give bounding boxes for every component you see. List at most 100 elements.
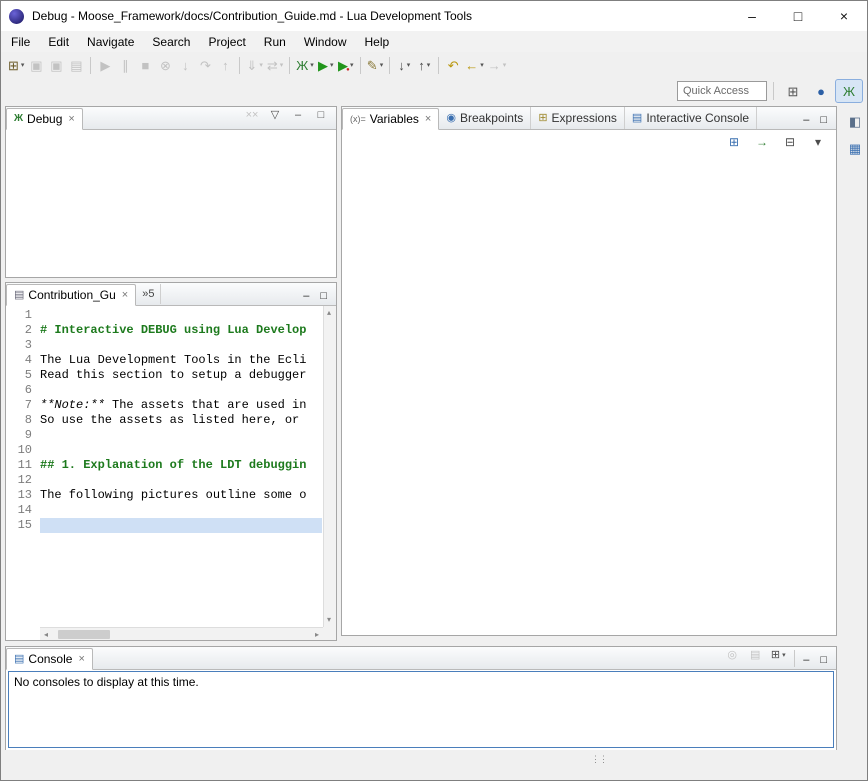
editor-line[interactable] (40, 428, 322, 443)
editor-line[interactable]: The Lua Development Tools in the Ecli (40, 353, 322, 368)
new-wizard-icon[interactable]: ⊞▾ (6, 54, 26, 76)
previous-annotation-icon[interactable]: ↑▾ (414, 54, 434, 76)
debug-icon[interactable]: Ж▾ (294, 54, 316, 76)
minimize-icon[interactable]: – (299, 290, 313, 302)
dropdown-arrow-icon[interactable]: ▾ (407, 61, 411, 69)
minimize-icon[interactable]: – (799, 114, 813, 126)
editor-horizontal-scrollbar[interactable]: ◂ ▸ (40, 627, 323, 640)
maximize-icon[interactable]: □ (311, 104, 331, 126)
close-icon[interactable]: × (68, 113, 74, 125)
menu-item-file[interactable]: File (2, 32, 39, 52)
menu-item-run[interactable]: Run (255, 32, 295, 52)
editor-line[interactable]: Read this section to setup a debugger (40, 368, 322, 383)
resume-icon[interactable]: ▶ (95, 54, 115, 76)
editor-line[interactable] (40, 308, 322, 323)
tab-expressions[interactable]: ⊞Expressions (531, 107, 625, 129)
editor-text[interactable]: # Interactive DEBUG using Lua Develop The… (40, 308, 322, 626)
dropdown-arrow-icon[interactable]: ▾ (259, 61, 263, 69)
menu-item-search[interactable]: Search (143, 32, 199, 52)
editor-vertical-scrollbar[interactable]: ▴ ▾ (323, 306, 336, 627)
editor-line[interactable] (40, 518, 322, 533)
editor-line[interactable] (40, 443, 322, 458)
run-icon[interactable]: ▶▾ (316, 54, 336, 76)
editor-area[interactable]: 123456789101112131415 # Interactive DEBU… (6, 306, 336, 640)
view-menu-icon[interactable]: ▽ (265, 104, 285, 126)
maximize-button[interactable]: □ (775, 1, 821, 31)
back-icon[interactable]: ←▾ (463, 54, 486, 76)
remove-all-terminated-icon[interactable]: ×× (242, 104, 262, 126)
tab-interactive-console[interactable]: ▤Interactive Console (625, 107, 757, 129)
menu-item-navigate[interactable]: Navigate (78, 32, 143, 52)
editor-tab-overflow[interactable]: »5 (136, 284, 161, 304)
open-console-icon[interactable]: ⊞▾ (768, 644, 788, 666)
show-type-names-icon[interactable]: → (752, 131, 772, 153)
drop-to-frame-icon[interactable]: ⇓▾ (244, 54, 264, 76)
tab-contribution-guide[interactable]: ▤ Contribution_Gu × (6, 284, 136, 306)
lua-perspective-icon[interactable]: ● (808, 80, 834, 102)
drag-handle[interactable]: ⋮⋮ (591, 754, 607, 765)
maximize-icon[interactable]: □ (816, 654, 831, 666)
last-edit-location-icon[interactable]: ↶ (443, 54, 463, 76)
view-menu-icon[interactable]: ▾ (808, 131, 828, 153)
tab-breakpoints[interactable]: ◉Breakpoints (439, 107, 531, 129)
dropdown-arrow-icon[interactable]: ▾ (503, 61, 507, 69)
editor-line[interactable]: So use the assets as listed here, or (40, 413, 322, 428)
external-tools-icon[interactable]: ▶●▾ (336, 54, 356, 76)
step-over-icon[interactable]: ↷ (195, 54, 215, 76)
minimize-icon[interactable]: – (799, 654, 813, 666)
close-icon[interactable]: × (425, 113, 431, 125)
close-icon[interactable]: × (122, 289, 128, 301)
scroll-right-icon[interactable]: ▸ (315, 631, 319, 639)
menu-item-edit[interactable]: Edit (39, 32, 78, 52)
console-content[interactable]: No consoles to display at this time. (6, 670, 836, 750)
minimize-button[interactable]: – (729, 1, 775, 31)
scrollbar-thumb[interactable] (58, 630, 110, 639)
editor-line[interactable] (40, 503, 322, 518)
save-icon[interactable]: ▣ (26, 54, 46, 76)
editor-line[interactable]: The following pictures outline some o (40, 488, 322, 503)
minimize-icon[interactable]: – (288, 104, 308, 126)
dropdown-arrow-icon[interactable]: ▾ (21, 61, 25, 69)
debug-perspective-icon[interactable]: Ж (836, 80, 862, 102)
dropdown-arrow-icon[interactable]: ▾ (380, 61, 384, 69)
dropdown-arrow-icon[interactable]: ▾ (350, 61, 354, 69)
tab-variables[interactable]: (x)=Variables× (342, 108, 439, 130)
dropdown-arrow-icon[interactable]: ▾ (782, 651, 786, 659)
disconnect-icon[interactable]: ⊗ (155, 54, 175, 76)
open-perspective-icon[interactable]: ⊞ (780, 80, 806, 102)
editor-gutter[interactable]: 123456789101112131415 (6, 308, 40, 626)
dropdown-arrow-icon[interactable]: ▾ (480, 61, 484, 69)
save-all-icon[interactable]: ▣ (46, 54, 66, 76)
tab-debug[interactable]: Ж Debug × (6, 108, 83, 130)
editor-line[interactable]: # Interactive DEBUG using Lua Develop (40, 323, 322, 338)
editor-line[interactable]: ## 1. Explanation of the LDT debuggin (40, 458, 322, 473)
next-annotation-icon[interactable]: ↓▾ (394, 54, 414, 76)
forward-icon[interactable]: →▾ (486, 54, 509, 76)
mark-occurrences-icon[interactable]: ✎▾ (365, 54, 385, 76)
suspend-icon[interactable]: ∥ (115, 54, 135, 76)
collapse-all-icon[interactable]: ⊟ (780, 131, 800, 153)
scroll-left-icon[interactable]: ◂ (44, 631, 48, 639)
scroll-up-icon[interactable]: ▴ (327, 309, 331, 317)
menu-item-help[interactable]: Help (356, 32, 399, 52)
terminate-icon[interactable]: ■ (135, 54, 155, 76)
step-return-icon[interactable]: ↑ (215, 54, 235, 76)
scroll-down-icon[interactable]: ▾ (327, 616, 331, 624)
tab-console[interactable]: ▤ Console × (6, 648, 93, 670)
minimized-view-icon[interactable]: ▦ (845, 137, 865, 159)
variables-content[interactable] (342, 154, 836, 635)
editor-line[interactable] (40, 338, 322, 353)
dropdown-arrow-icon[interactable]: ▾ (280, 61, 284, 69)
editor-line[interactable]: **Note:** The assets that are used in (40, 398, 322, 413)
close-button[interactable]: × (821, 1, 867, 31)
maximize-icon[interactable]: □ (316, 290, 331, 302)
print-icon[interactable]: ▤ (66, 54, 86, 76)
dropdown-arrow-icon[interactable]: ▾ (427, 61, 431, 69)
step-into-icon[interactable]: ↓ (175, 54, 195, 76)
title-bar[interactable]: Debug - Moose_Framework/docs/Contributio… (1, 1, 867, 31)
menu-item-window[interactable]: Window (295, 32, 356, 52)
editor-line[interactable] (40, 473, 322, 488)
debug-view-content[interactable] (6, 130, 336, 277)
display-selected-console-icon[interactable]: ▤ (745, 644, 765, 666)
close-icon[interactable]: × (78, 653, 84, 665)
